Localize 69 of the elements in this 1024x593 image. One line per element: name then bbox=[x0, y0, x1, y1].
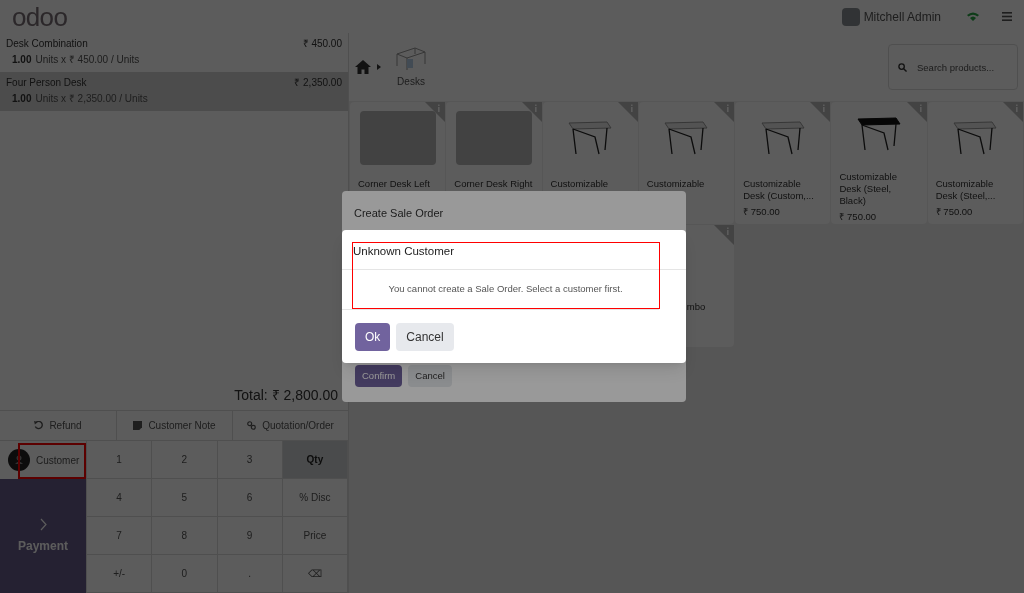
product-name: Corner Desk Right bbox=[453, 177, 534, 190]
numpad-key[interactable]: 1 bbox=[87, 441, 153, 479]
product-name: Customizable Desk (Custom,... bbox=[742, 177, 815, 202]
dialog-title: Create Sale Order bbox=[353, 206, 445, 221]
table-icon bbox=[856, 116, 903, 153]
table-icon bbox=[663, 120, 710, 156]
line-price: ₹ 450.00 bbox=[302, 37, 342, 51]
numpad-key[interactable]: 5 bbox=[152, 479, 218, 517]
product-name: Customizable Desk (Steel, Black) bbox=[838, 169, 898, 207]
category-button[interactable]: Desks bbox=[395, 45, 427, 89]
numpad-key[interactable]: Qty bbox=[282, 441, 348, 479]
product-name: mbo bbox=[685, 300, 707, 313]
desk-icon bbox=[395, 45, 427, 72]
user-name[interactable]: Mitchell Admin bbox=[863, 7, 941, 26]
info-icon[interactable] bbox=[714, 102, 735, 122]
table-icon bbox=[759, 120, 806, 156]
product-card[interactable]: Customizable Desk (Steel, Black) ₹ 750.00 bbox=[831, 102, 927, 224]
note-icon bbox=[133, 421, 143, 430]
product-card[interactable]: Customizable Desk (Custom,... ₹ 750.00 bbox=[735, 102, 831, 224]
numpad-key[interactable]: +/- bbox=[87, 555, 153, 593]
numpad-key[interactable]: 2 bbox=[152, 441, 218, 479]
table-icon bbox=[952, 120, 999, 156]
product-price: ₹ 750.00 bbox=[838, 209, 878, 224]
numpad-key[interactable]: 7 bbox=[87, 517, 153, 555]
numpad-key[interactable]: 4 bbox=[87, 479, 153, 517]
dialog-button[interactable]: Ok bbox=[355, 322, 391, 351]
dialog-button[interactable]: Cancel bbox=[396, 322, 454, 351]
info-icon[interactable] bbox=[617, 102, 638, 122]
home-icon[interactable] bbox=[355, 60, 371, 74]
alert-title: Unknown Customer bbox=[342, 230, 686, 271]
chevron-icon bbox=[39, 517, 47, 531]
user-icon bbox=[8, 449, 30, 471]
numpad-key[interactable]: Price bbox=[282, 517, 348, 555]
unit-price-info: Units x ₹ 450.00 / Units bbox=[35, 53, 140, 67]
numpad-key[interactable]: 3 bbox=[217, 441, 283, 479]
dialog-button[interactable]: Cancel bbox=[408, 365, 452, 387]
product-name: Desk Combination bbox=[6, 37, 88, 51]
numpad-key[interactable]: 8 bbox=[152, 517, 218, 555]
product-name: Customizable bbox=[549, 177, 610, 190]
product-price: ₹ 750.00 bbox=[742, 205, 781, 219]
product-name: Customizable bbox=[645, 177, 706, 190]
info-icon[interactable] bbox=[714, 225, 735, 245]
undo-icon bbox=[34, 421, 44, 430]
product-name: Four Person Desk bbox=[6, 76, 87, 90]
dialog-button[interactable]: Confirm bbox=[355, 365, 403, 387]
link-icon bbox=[247, 421, 257, 430]
product-name: Customizable Desk (Steel,... bbox=[934, 177, 997, 202]
numpad-key[interactable]: . bbox=[217, 555, 283, 593]
info-icon[interactable] bbox=[425, 102, 446, 122]
product-price: ₹ 750.00 bbox=[934, 205, 974, 219]
alert-message: You cannot create a Sale Order. Select a customer first. bbox=[388, 282, 623, 297]
search-icon bbox=[898, 63, 907, 72]
numpad-key[interactable]: ⌫ bbox=[282, 555, 348, 593]
info-icon[interactable] bbox=[906, 102, 927, 122]
info-icon[interactable] bbox=[810, 102, 831, 122]
order-total: Total: ₹ 2,800.00 bbox=[234, 386, 338, 405]
wifi-icon bbox=[967, 12, 979, 21]
line-quantity: 1.00 bbox=[12, 53, 32, 67]
table-icon bbox=[567, 120, 614, 156]
info-icon[interactable] bbox=[1003, 102, 1023, 122]
caret-icon bbox=[377, 64, 381, 70]
menu-icon[interactable] bbox=[1002, 12, 1012, 21]
avatar-icon bbox=[841, 7, 860, 26]
product-name: Corner Desk Left bbox=[357, 177, 431, 190]
product-card[interactable]: Customizable Desk (Steel,... ₹ 750.00 bbox=[927, 102, 1023, 224]
line-price: ₹ 2,350.00 bbox=[294, 76, 342, 90]
line-quantity: 1.00 bbox=[12, 92, 32, 106]
numpad-key[interactable]: % Disc bbox=[282, 479, 348, 517]
info-icon[interactable] bbox=[521, 102, 542, 122]
